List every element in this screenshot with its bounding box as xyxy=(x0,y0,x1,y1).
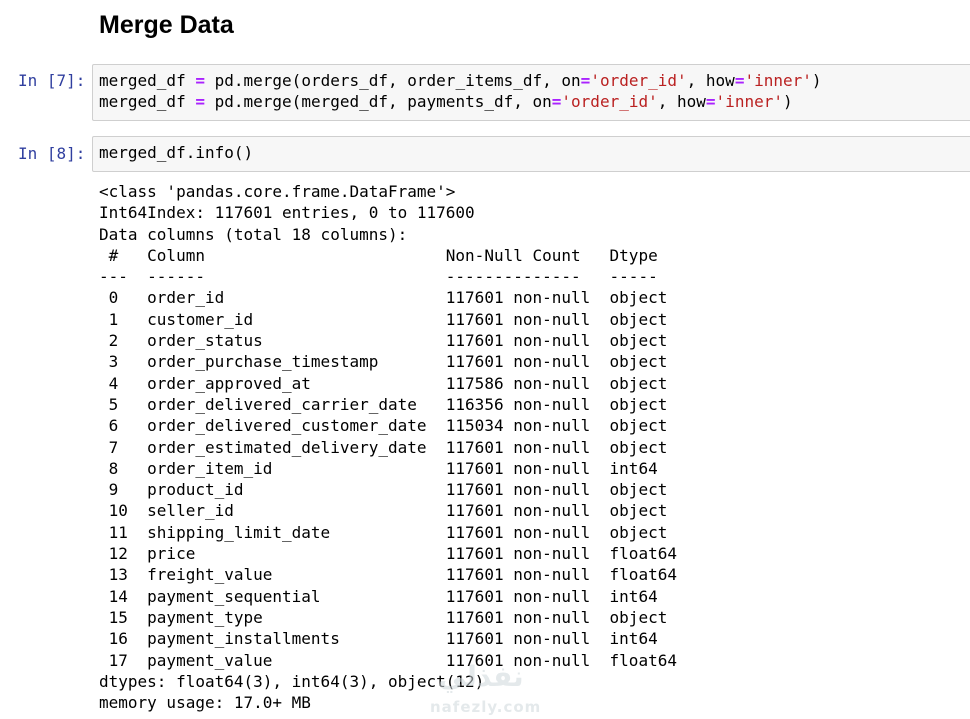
code-token: = xyxy=(580,71,591,90)
output-line: 12 price 117601 non-null float64 xyxy=(99,544,677,564)
output-line: 2 order_status 117601 non-null object xyxy=(99,331,677,351)
output-line: 11 shipping_limit_date 117601 non-null o… xyxy=(99,522,677,542)
code-token: , how xyxy=(686,71,735,90)
code-token: merged_df xyxy=(99,71,186,90)
code-token: 'order_id' xyxy=(561,92,658,112)
code-line: merged_df.info() xyxy=(99,142,970,163)
code-token: = xyxy=(195,71,205,90)
watermark-latin-text: nafezly.com xyxy=(430,698,542,716)
cell-output: <class 'pandas.core.frame.DataFrame'> Int… xyxy=(99,181,677,713)
page-title: Merge Data xyxy=(99,11,234,39)
output-line: 9 product_id 117601 non-null object xyxy=(99,480,677,500)
output-line: 6 order_delivered_customer_date 115034 n… xyxy=(99,416,677,436)
code-line: merged_df = pd.merge(orders_df, order_it… xyxy=(99,70,970,91)
cell-prompt-7: In [7]: xyxy=(18,71,86,90)
code-token: ) xyxy=(782,92,793,112)
code-cell-merge[interactable]: merged_df = pd.merge(orders_df, order_it… xyxy=(92,64,970,121)
output-line: 13 freight_value 117601 non-null float64 xyxy=(99,565,677,585)
code-token: = xyxy=(705,92,716,112)
code-token: 'inner' xyxy=(715,92,783,112)
output-line: 10 seller_id 117601 non-null object xyxy=(99,501,677,521)
output-line: 17 payment_value 117601 non-null float64 xyxy=(99,650,677,670)
output-line: dtypes: float64(3), int64(3), object(12) xyxy=(99,671,485,691)
code-token: ) xyxy=(811,71,822,90)
code-token: pd.merge(orders_df, order_items_df, on xyxy=(204,71,581,90)
code-token: = xyxy=(551,92,562,112)
nafezly-watermark: نفذلي nafezly.com xyxy=(428,660,543,718)
output-line: 7 order_estimated_delivery_date 117601 n… xyxy=(99,437,677,457)
output-line: --- ------ -------------- ----- xyxy=(99,267,677,287)
output-line: 1 customer_id 117601 non-null object xyxy=(99,309,677,329)
output-line: 4 order_approved_at 117586 non-null obje… xyxy=(99,373,677,393)
output-line: Data columns (total 18 columns): xyxy=(99,224,408,244)
code-cell-info[interactable]: merged_df.info() xyxy=(92,136,970,172)
output-line: # Column Non-Null Count Dtype xyxy=(99,245,677,265)
output-line: 8 order_item_id 117601 non-null int64 xyxy=(99,458,677,478)
code-token: merged_df.info() xyxy=(99,143,254,162)
code-line: merged_df = pd.merge(merged_df, payments… xyxy=(99,91,970,112)
output-line: Int64Index: 117601 entries, 0 to 117600 xyxy=(99,203,475,223)
code-token: merged_df xyxy=(99,92,186,112)
output-line: 15 payment_type 117601 non-null object xyxy=(99,607,677,627)
output-line: 14 payment_sequential 117601 non-null in… xyxy=(99,586,677,606)
code-token: = xyxy=(195,92,205,112)
code-token: , how xyxy=(657,92,706,112)
output-line: 5 order_delivered_carrier_date 116356 no… xyxy=(99,394,677,414)
output-line: 16 payment_installments 117601 non-null … xyxy=(99,629,677,649)
code-token: = xyxy=(734,71,745,90)
output-line: <class 'pandas.core.frame.DataFrame'> xyxy=(99,182,456,201)
output-line: 3 order_purchase_timestamp 117601 non-nu… xyxy=(99,352,677,372)
code-token: 'inner' xyxy=(744,71,812,90)
code-token: 'order_id' xyxy=(590,71,687,90)
watermark-arabic-text: نفذلي xyxy=(438,660,524,693)
cell-prompt-8: In [8]: xyxy=(18,144,86,163)
code-token: pd.merge(merged_df, payments_df, on xyxy=(204,92,552,112)
output-line: memory usage: 17.0+ MB xyxy=(99,693,311,713)
output-line: 0 order_id 117601 non-null object xyxy=(99,288,677,308)
